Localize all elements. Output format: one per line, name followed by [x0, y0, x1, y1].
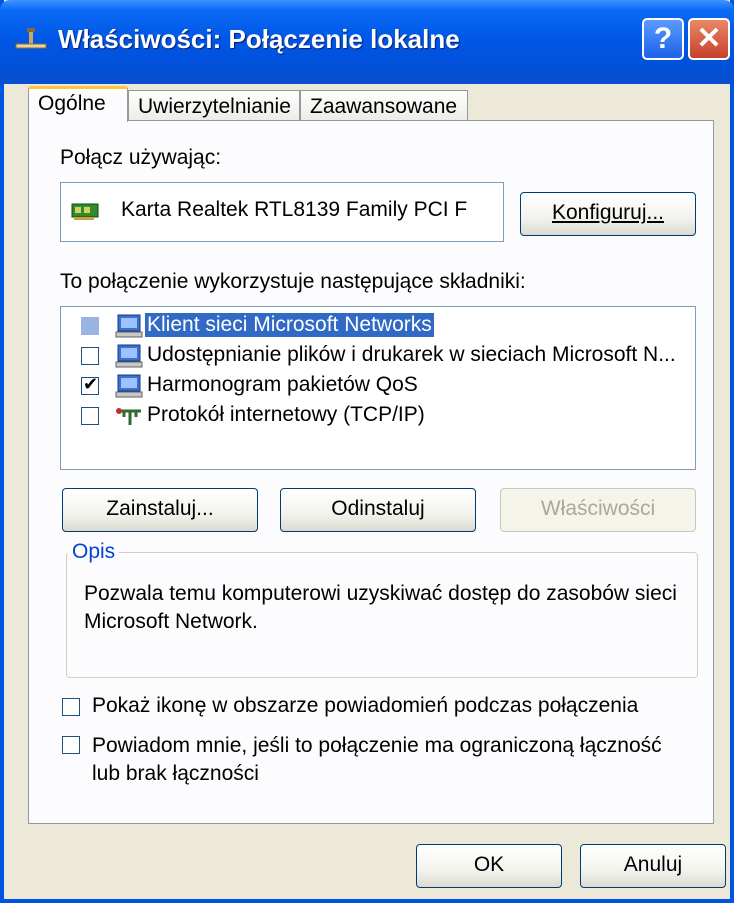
properties-button-label: Właściwości [540, 497, 656, 520]
component-checkbox[interactable] [81, 347, 99, 365]
cancel-button[interactable]: Anuluj [580, 844, 726, 888]
close-icon: ✕ [696, 22, 722, 55]
network-connection-icon [15, 28, 47, 49]
cancel-button-label: Anuluj [623, 853, 683, 876]
install-button-label: Zainstaluj... [106, 497, 214, 520]
list-item[interactable]: Protokół internetowy (TCP/IP) [73, 401, 685, 431]
component-checkbox[interactable] [81, 317, 99, 335]
protocol-icon [116, 408, 141, 425]
tab-label: Zaawansowane [310, 95, 458, 118]
tab-label: Uwierzytelnianie [138, 95, 291, 118]
components-label: To połączenie wykorzystuje następujące s… [60, 270, 526, 293]
network-card-icon [71, 203, 99, 220]
notify-checkbox[interactable] [62, 736, 80, 754]
notify-label: Powiadom mnie, jeśli to połączenie ma og… [92, 734, 662, 785]
list-item[interactable]: ✔ Harmonogram pakietów QoS [73, 371, 685, 401]
ok-button[interactable]: OK [416, 844, 562, 888]
properties-dialog: Właściwości: Połączenie lokalne ? ✕ Ogól… [0, 0, 734, 903]
component-checkbox[interactable] [81, 407, 99, 425]
component-label: Harmonogram pakietów QoS [147, 373, 418, 396]
check-icon: ✔ [83, 374, 99, 394]
show-icon-checkbox[interactable] [62, 698, 80, 716]
close-button[interactable]: ✕ [688, 18, 730, 60]
install-button[interactable]: Zainstaluj... [62, 488, 258, 532]
properties-button[interactable]: Właściwości [500, 488, 696, 532]
component-checkbox[interactable]: ✔ [81, 374, 99, 395]
components-list[interactable]: Klient sieci Microsoft Networks Udostępn… [60, 306, 696, 470]
connect-using-label: Połącz używając: [60, 146, 222, 169]
description-text: Pozwala temu komputerowi uzyskiwać dostę… [84, 582, 677, 633]
adapter-name: Karta Realtek RTL8139 Family PCI F [121, 198, 468, 221]
description-legend: Opis [68, 540, 120, 564]
tab-authentication[interactable]: Uwierzytelnianie [128, 90, 300, 121]
component-label: Udostępnianie plików i drukarek w siecia… [147, 343, 676, 366]
network-service-icon [115, 374, 143, 398]
list-item[interactable]: Klient sieci Microsoft Networks [73, 311, 685, 341]
help-button[interactable]: ? [642, 18, 684, 60]
show-icon-label: Pokaż ikonę w obszarze powiadomień podcz… [92, 694, 639, 717]
component-label: Klient sieci Microsoft Networks [145, 313, 434, 337]
network-service-icon [115, 344, 143, 368]
network-client-icon [115, 314, 143, 338]
component-label: Protokół internetowy (TCP/IP) [147, 403, 425, 426]
uninstall-button-label: Odinstaluj [331, 497, 425, 520]
tab-label: Ogólne [38, 92, 106, 115]
uninstall-button[interactable]: Odinstaluj [280, 488, 476, 532]
configure-button[interactable]: Konfiguruj... [520, 192, 696, 236]
configure-button-label: Konfiguruj... [551, 201, 665, 224]
adapter-field: Karta Realtek RTL8139 Family PCI F [60, 182, 504, 242]
tab-advanced[interactable]: Zaawansowane [300, 90, 468, 121]
help-icon: ? [653, 22, 673, 55]
window-title: Właściwości: Połączenie lokalne [58, 24, 460, 54]
tab-general[interactable]: Ogólne [28, 86, 128, 122]
list-item[interactable]: Udostępnianie plików i drukarek w siecia… [73, 341, 685, 371]
ok-button-label: OK [473, 853, 505, 876]
title-bar[interactable]: Właściwości: Połączenie lokalne ? ✕ [0, 0, 734, 84]
